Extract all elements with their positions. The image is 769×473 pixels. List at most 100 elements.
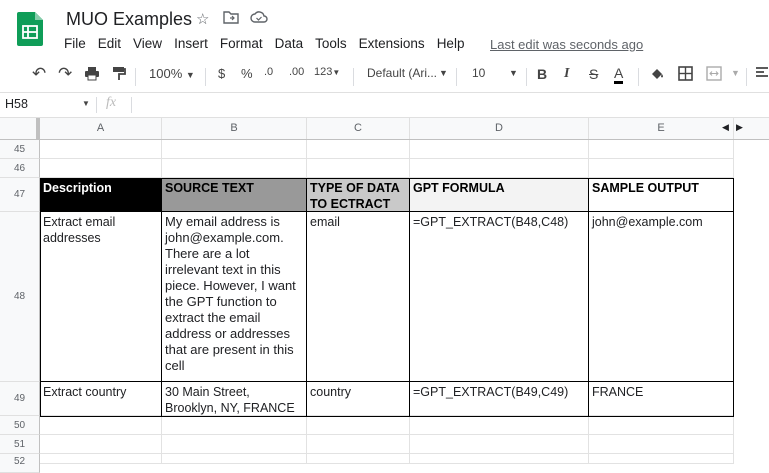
menu-insert[interactable]: Insert [174,36,208,51]
fill-color-icon[interactable] [649,66,665,85]
row-header-46[interactable]: 46 [0,159,40,178]
row-header-45[interactable]: 45 [0,140,40,159]
scroll-left-icon[interactable]: ◀ [722,122,729,133]
chevron-down-icon[interactable]: ▼ [82,99,90,108]
merge-cells-icon[interactable] [706,66,722,84]
row-header-47[interactable]: 47 [0,178,40,212]
font-select[interactable]: Default (Ari... [367,66,437,80]
cell-a48[interactable]: Extract email addresses [40,212,162,382]
cell-d48[interactable]: =GPT_EXTRACT(B48,C48) [410,212,589,382]
more-formats-label: 123 [314,66,333,78]
cell-b45[interactable] [162,140,307,159]
cell-d49[interactable]: =GPT_EXTRACT(B49,C49) [410,382,589,416]
cell-e50[interactable] [589,416,734,435]
align-icon[interactable] [756,66,768,82]
currency-format-button[interactable]: $ [218,66,225,81]
star-icon[interactable]: ☆ [196,10,209,28]
document-title[interactable]: MUO Examples [66,9,192,30]
menu-bar: File Edit View Insert Format Data Tools … [64,36,476,51]
menu-view[interactable]: View [133,36,162,51]
column-header-e[interactable]: E [589,118,734,139]
row-header-50[interactable]: 50 [0,416,40,435]
cell-c49[interactable]: country [307,382,410,416]
chevron-down-icon: ▼ [185,70,195,80]
cell-c48[interactable]: email [307,212,410,382]
cell-a51[interactable] [40,435,162,454]
cell-c52[interactable] [307,454,410,464]
cell-a45[interactable] [40,140,162,159]
cell-d52[interactable] [410,454,589,464]
chevron-down-icon[interactable]: ▼ [509,68,518,78]
cell-e46[interactable] [589,159,734,178]
menu-file[interactable]: File [64,36,86,51]
last-edit-link[interactable]: Last edit was seconds ago [490,37,643,52]
menu-format[interactable]: Format [220,36,263,51]
row-header-51[interactable]: 51 [0,435,40,454]
cell-d50[interactable] [410,416,589,435]
cell-c50[interactable] [307,416,410,435]
name-box[interactable]: H58 [5,97,28,111]
cell-d45[interactable] [410,140,589,159]
row-header-49[interactable]: 49 [0,382,40,416]
cell-e48[interactable]: john@example.com [589,212,734,382]
cell-d46[interactable] [410,159,589,178]
scroll-right-icon[interactable]: ▶ [736,122,743,133]
menu-edit[interactable]: Edit [98,36,121,51]
print-icon[interactable] [84,66,100,84]
more-formats-button[interactable]: 123▼ [314,66,340,78]
row-header-48[interactable]: 48 [0,212,40,382]
cell-b51[interactable] [162,435,307,454]
cell-b49[interactable]: 30 Main Street, Brooklyn, NY, FRANCE [162,382,307,416]
borders-icon[interactable] [678,66,693,84]
cell-a46[interactable] [40,159,162,178]
cell-a49[interactable]: Extract country [40,382,162,416]
column-header-d[interactable]: D [410,118,589,139]
cell-e47[interactable]: SAMPLE OUTPUT [589,178,734,212]
italic-button[interactable]: I [564,66,569,82]
cell-a47[interactable]: Description [40,178,162,212]
strikethrough-button[interactable]: S [589,66,598,82]
select-all-corner[interactable] [0,118,40,139]
chevron-down-icon[interactable]: ▼ [439,68,448,78]
cell-b48[interactable]: My email address is john@example.com. Th… [162,212,307,382]
cell-a52[interactable] [40,454,162,464]
cell-d51[interactable] [410,435,589,454]
cell-e49[interactable]: FRANCE [589,382,734,416]
zoom-select[interactable]: 100% ▼ [149,66,195,81]
font-size-select[interactable]: 10 [472,66,485,80]
bold-button[interactable]: B [537,66,547,82]
paint-format-icon[interactable] [112,66,126,84]
cell-b50[interactable] [162,416,307,435]
menu-data[interactable]: Data [275,36,304,51]
percent-format-button[interactable]: % [241,66,253,81]
cell-a50[interactable] [40,416,162,435]
menu-tools[interactable]: Tools [315,36,347,51]
undo-icon[interactable]: ↶ [32,64,46,84]
fx-icon: fx [106,95,117,110]
cell-c51[interactable] [307,435,410,454]
text-color-button[interactable]: A [614,66,624,84]
column-header-b[interactable]: B [162,118,307,139]
cloud-status-icon[interactable] [250,10,268,28]
increase-decimal-button[interactable]: .00 [289,66,304,78]
cell-b47[interactable]: SOURCE TEXT [162,178,307,212]
cell-c47[interactable]: TYPE OF DATA TO ECTRACT [307,178,410,212]
move-folder-icon[interactable] [223,10,239,28]
cell-e45[interactable] [589,140,734,159]
menu-help[interactable]: Help [437,36,465,51]
cell-b52[interactable] [162,454,307,464]
decrease-decimal-button[interactable]: .0 [264,66,273,78]
cell-d47[interactable]: GPT FORMULA [410,178,589,212]
column-header-a[interactable]: A [40,118,162,139]
cell-e52[interactable] [589,454,734,464]
cell-c45[interactable] [307,140,410,159]
cell-e51[interactable] [589,435,734,454]
menu-extensions[interactable]: Extensions [359,36,425,51]
redo-icon[interactable]: ↷ [58,64,72,84]
chevron-down-icon[interactable]: ▼ [731,68,740,78]
column-header-c[interactable]: C [307,118,410,139]
cell-b46[interactable] [162,159,307,178]
cell-c46[interactable] [307,159,410,178]
formula-bar: H58 ▼ fx [0,93,769,118]
sheets-logo-icon[interactable] [17,12,43,46]
